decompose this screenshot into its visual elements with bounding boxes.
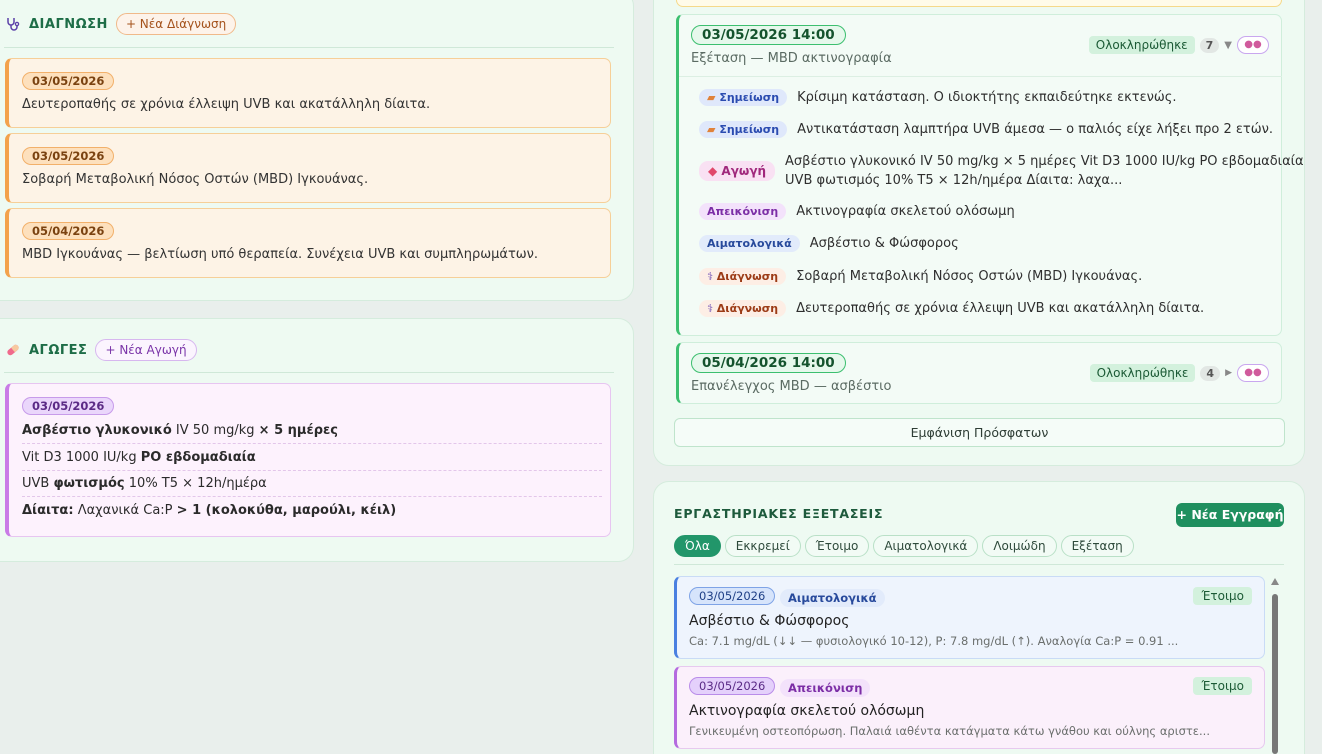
- diagnosis-item[interactable]: 05/04/2026 MBD Ιγκουάνας — βελτίωση υπό …: [5, 208, 611, 278]
- visit-entry[interactable]: Απεικόνιση Ακτινογραφία σκελετού ολόσωμη: [699, 203, 1015, 220]
- entry-tag: ▰ Σημείωση: [699, 121, 788, 138]
- stethoscope-icon: [5, 16, 21, 32]
- entry-text: Αντικατάσταση λαμπτήρα UVB άμεσα — ο παλ…: [797, 122, 1273, 137]
- diagnosis-date: 05/04/2026: [22, 222, 115, 240]
- visit-controls: Ολοκληρώθηκε 7 ▼ ●●: [1088, 36, 1269, 54]
- note-icon: ▰: [707, 123, 716, 136]
- entry-text: Ασβέστιο & Φώσφορος: [809, 236, 959, 251]
- diagnosis-text: Δευτεροπαθής σε χρόνια έλλειψη UVB και α…: [22, 97, 431, 112]
- treatments-title: ΑΓΩΓΕΣ: [29, 342, 88, 358]
- treatment-line: Ασβέστιο γλυκονικό IV 50 mg/kg × 5 ημέρε…: [22, 423, 602, 444]
- diagnosis-text: MBD Ιγκουάνας — βελτίωση υπό θεραπεία. Σ…: [22, 247, 539, 262]
- lab-item[interactable]: 03/05/2026 Απεικόνιση Έτοιμο Ακτινογραφί…: [674, 666, 1265, 749]
- treatment-line: UVB φωτισμός 10% T5 × 12h/ημέρα: [22, 476, 602, 497]
- visit-top-edge: [676, 0, 1282, 7]
- visit-item[interactable]: 03/05/2026 14:00 Εξέταση — MBD ακτινογρα…: [676, 14, 1304, 336]
- entry-tag: ▰ Σημείωση: [699, 89, 788, 106]
- visit-entry[interactable]: ⚕ Διάγνωση Δευτεροπαθής σε χρόνια έλλειψ…: [699, 300, 1204, 317]
- treatment-line: Vit D3 1000 IU/kg PO εβδομαδιαία: [22, 450, 602, 471]
- treatments-header: ΑΓΩΓΕΣ + Νέα Αγωγή: [5, 339, 197, 361]
- visit-subtitle: Επανέλεγχος MBD — ασβέστιο: [691, 379, 892, 394]
- visit-date: 03/05/2026 14:00: [691, 25, 846, 45]
- treatment-date: 03/05/2026: [22, 397, 115, 415]
- divider: [4, 47, 614, 48]
- scrollbar-thumb[interactable]: [1272, 594, 1278, 754]
- visit-controls: Ολοκληρώθηκε 4 ▶ ●●: [1089, 364, 1269, 382]
- diagnosis-item[interactable]: 03/05/2026 Σοβαρή Μεταβολική Νόσος Οστών…: [5, 133, 611, 203]
- filter-pending[interactable]: Εκκρεμεί: [724, 535, 801, 557]
- treatment-line: Δίαιτα: Λαχανικά Ca:P > 1 (κολοκύθα, μαρ…: [22, 503, 397, 518]
- lab-status: Έτοιμο: [1193, 677, 1252, 695]
- lab-summary: Γενικευμένη οστεοπόρωση. Παλαιά ιαθέντα …: [689, 724, 1210, 738]
- visit-date: 05/04/2026 14:00: [691, 353, 846, 373]
- new-diagnosis-button[interactable]: + Νέα Διάγνωση: [115, 13, 237, 35]
- entry-text: Ασβέστιο γλυκονικό IV 50 mg/kg × 5 ημέρε…: [785, 154, 1304, 188]
- lab-date: 03/05/2026: [689, 587, 776, 605]
- visit-entry-count: 4: [1200, 365, 1221, 381]
- pill-icon: ◆: [708, 164, 718, 178]
- lab-summary: Ca: 7.1 mg/dL (↓↓ — φυσιολογικό 10-12), …: [689, 634, 1179, 648]
- lab-date: 03/05/2026: [689, 677, 776, 695]
- lab-status: Έτοιμο: [1193, 587, 1252, 605]
- pill-icon: [5, 342, 21, 358]
- brain-icon[interactable]: ●●: [1237, 364, 1269, 382]
- visit-entry[interactable]: ▰ Σημείωση Κρίσιμη κατάσταση. Ο ιδιοκτήτ…: [699, 89, 1177, 106]
- visit-status: Ολοκληρώθηκε: [1089, 364, 1196, 382]
- visit-subtitle: Εξέταση — MBD ακτινογραφία: [691, 51, 892, 66]
- visit-entry[interactable]: ⚕ Διάγνωση Σοβαρή Μεταβολική Νόσος Οστών…: [699, 268, 1142, 285]
- lab-type: Αιματολογικά: [780, 589, 885, 607]
- lab-title: Ακτινογραφία σκελετού ολόσωμη: [689, 703, 925, 719]
- diagnosis-title: ΔΙΑΓΝΩΣΗ: [29, 16, 108, 32]
- diagnosis-date: 03/05/2026: [22, 72, 115, 90]
- divider: [4, 372, 614, 373]
- divider: [674, 564, 1284, 565]
- treatment-item[interactable]: 03/05/2026 Ασβέστιο γλυκονικό IV 50 mg/k…: [5, 383, 611, 537]
- filter-ready[interactable]: Έτοιμο: [804, 535, 870, 557]
- diagnosis-text: Σοβαρή Μεταβολική Νόσος Οστών (MBD) Ιγκο…: [22, 172, 369, 187]
- diagnosis-card: ΔΙΑΓΝΩΣΗ + Νέα Διάγνωση 03/05/2026 Δευτε…: [0, 0, 634, 301]
- entry-tag: ◆ Αγωγή: [699, 161, 776, 181]
- entry-tag: Αιματολογικά: [699, 235, 800, 252]
- new-record-button[interactable]: + Νέα Εγγραφή: [1176, 503, 1284, 527]
- entry-tag: ⚕ Διάγνωση: [699, 300, 787, 317]
- filter-infectious[interactable]: Λοιμώδη: [982, 535, 1057, 557]
- stethoscope-icon: ⚕: [707, 270, 713, 283]
- diagnosis-item[interactable]: 03/05/2026 Δευτεροπαθής σε χρόνια έλλειψ…: [5, 58, 611, 128]
- visits-card: 03/05/2026 14:00 Εξέταση — MBD ακτινογρα…: [653, 0, 1305, 466]
- labs-title: ΕΡΓΑΣΤΗΡΙΑΚΕΣ ΕΞΕΤΑΣΕΙΣ: [674, 506, 884, 521]
- lab-filters: Όλα Εκκρεμεί Έτοιμο Αιματολογικά Λοιμώδη…: [674, 535, 1134, 557]
- visit-entry[interactable]: Αιματολογικά Ασβέστιο & Φώσφορος: [699, 235, 959, 252]
- filter-hematology[interactable]: Αιματολογικά: [873, 535, 979, 557]
- visit-entry-count: 7: [1199, 37, 1220, 53]
- lab-title: Ασβέστιο & Φώσφορος: [689, 613, 850, 629]
- brain-icon[interactable]: ●●: [1237, 36, 1269, 54]
- chevron-down-icon[interactable]: ▼: [1224, 40, 1232, 51]
- diagnosis-header: ΔΙΑΓΝΩΣΗ + Νέα Διάγνωση: [5, 13, 237, 35]
- filter-exam[interactable]: Εξέταση: [1060, 535, 1134, 557]
- show-recent-button[interactable]: Εμφάνιση Πρόσφατων: [674, 418, 1285, 447]
- visit-status: Ολοκληρώθηκε: [1088, 36, 1195, 54]
- entry-text: Δευτεροπαθής σε χρόνια έλλειψη UVB και α…: [796, 301, 1205, 316]
- treatments-card: ΑΓΩΓΕΣ + Νέα Αγωγή 03/05/2026 Ασβέστιο γ…: [0, 318, 634, 562]
- lab-item[interactable]: 03/05/2026 Αιματολογικά Έτοιμο Ασβέστιο …: [674, 576, 1265, 659]
- scrollbar[interactable]: [1270, 578, 1280, 754]
- filter-all[interactable]: Όλα: [674, 535, 721, 557]
- divider: [679, 76, 1282, 77]
- scroll-up-icon[interactable]: [1271, 578, 1279, 585]
- visit-entry[interactable]: ▰ Σημείωση Αντικατάσταση λαμπτήρα UVB άμ…: [699, 121, 1273, 138]
- diagnosis-date: 03/05/2026: [22, 147, 115, 165]
- entry-tag: ⚕ Διάγνωση: [699, 268, 787, 285]
- new-treatment-button[interactable]: + Νέα Αγωγή: [95, 339, 197, 361]
- chevron-right-icon[interactable]: ▶: [1225, 368, 1232, 378]
- note-icon: ▰: [707, 91, 716, 104]
- visit-entry[interactable]: ◆ Αγωγή Ασβέστιο γλυκονικό IV 50 mg/kg ×…: [699, 152, 1304, 190]
- entry-tag: Απεικόνιση: [699, 203, 787, 220]
- stethoscope-icon: ⚕: [707, 302, 713, 315]
- lab-type: Απεικόνιση: [780, 679, 871, 697]
- visit-item[interactable]: 05/04/2026 14:00 Επανέλεγχος MBD — ασβέσ…: [676, 342, 1282, 404]
- entry-text: Κρίσιμη κατάσταση. Ο ιδιοκτήτης εκπαιδεύ…: [797, 90, 1177, 105]
- entry-text: Ακτινογραφία σκελετού ολόσωμη: [796, 204, 1015, 219]
- entry-text: Σοβαρή Μεταβολική Νόσος Οστών (MBD) Ιγκο…: [796, 269, 1143, 284]
